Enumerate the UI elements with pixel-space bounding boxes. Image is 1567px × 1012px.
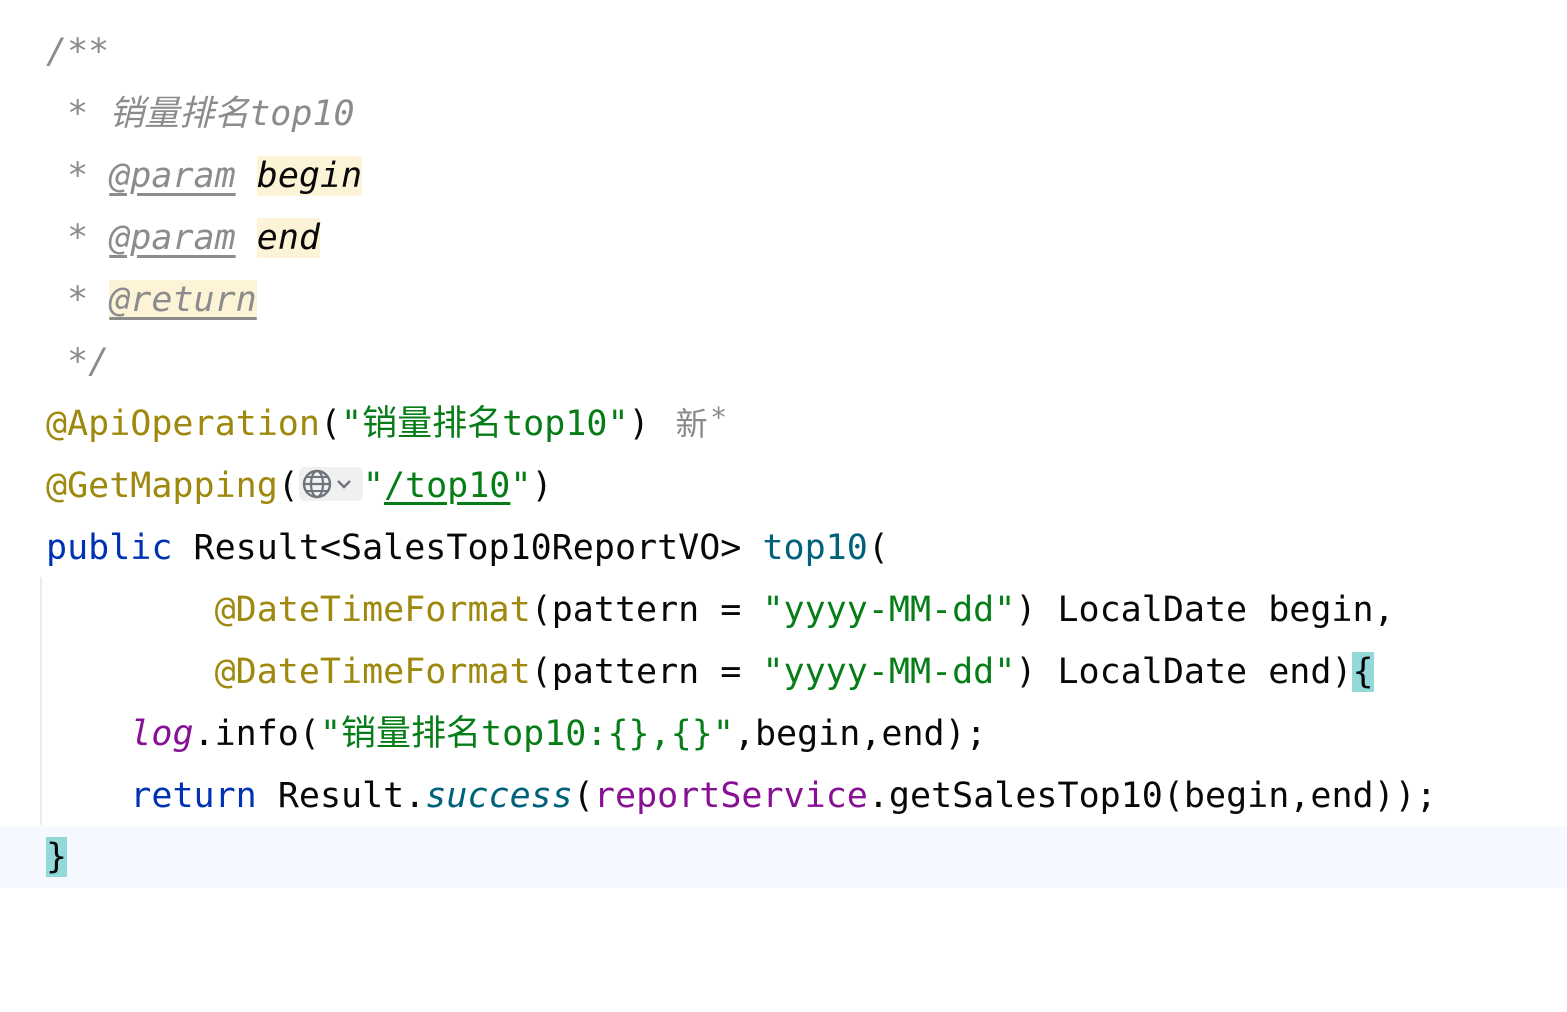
report-service-field[interactable]: reportService — [594, 776, 868, 816]
javadoc-star: * — [67, 280, 89, 320]
javadoc-param-tag[interactable]: @param — [109, 218, 235, 258]
return-type[interactable]: Result<SalesTop10ReportVO> — [194, 528, 742, 568]
code-line-2[interactable]: * 销量排名top10 — [0, 83, 1567, 145]
open-brace-match[interactable]: { — [1352, 652, 1374, 692]
author-inlay-hint[interactable]: 新 * — [676, 401, 726, 443]
code-line-6[interactable]: */ — [0, 331, 1567, 393]
code-line-7[interactable]: @ApiOperation("销量排名top10") 新 * — [0, 393, 1567, 455]
api-operation-value[interactable]: "销量排名top10" — [341, 404, 629, 444]
api-operation-annotation[interactable]: @ApiOperation — [46, 404, 320, 444]
date-time-format-annotation[interactable]: @DateTimeFormat — [215, 652, 531, 692]
code-line-8[interactable]: @GetMapping("/top10") — [0, 455, 1567, 517]
javadoc-star: * — [67, 156, 89, 196]
javadoc-return-tag[interactable]: @return — [109, 280, 257, 320]
code-line-12[interactable]: log.info("销量排名top10:{},{}",begin,end); — [0, 703, 1567, 765]
service-call[interactable]: .getSalesTop10(begin,end)); — [868, 776, 1437, 816]
date-time-format-annotation[interactable]: @DateTimeFormat — [215, 590, 531, 630]
return-keyword: return — [130, 776, 257, 816]
code-line-9[interactable]: public Result<SalesTop10ReportVO> top10( — [0, 517, 1567, 579]
javadoc-star: * — [67, 218, 89, 258]
code-line-5[interactable]: * @return — [0, 269, 1567, 331]
log-message[interactable]: "销量排名top10:{},{}" — [320, 714, 734, 754]
get-mapping-annotation[interactable]: @GetMapping — [46, 466, 278, 506]
code-line-1[interactable]: /** — [0, 21, 1567, 83]
pattern-value[interactable]: "yyyy-MM-dd" — [762, 590, 1015, 630]
javadoc-param-end[interactable]: end — [256, 218, 320, 258]
log-field[interactable]: log — [130, 714, 193, 754]
javadoc-close: */ — [67, 342, 110, 382]
result-class[interactable]: Result. — [278, 776, 426, 816]
code-line-10[interactable]: @DateTimeFormat(pattern = "yyyy-MM-dd") … — [0, 579, 1567, 641]
success-method[interactable]: success — [425, 776, 573, 816]
chevron-down-icon — [337, 480, 351, 489]
param-begin-decl: ) LocalDate begin, — [1015, 590, 1395, 630]
close-brace-match[interactable]: } — [46, 837, 68, 877]
code-line-11[interactable]: @DateTimeFormat(pattern = "yyyy-MM-dd") … — [0, 641, 1567, 703]
globe-icon — [302, 469, 351, 499]
code-line-14[interactable]: } — [0, 826, 1567, 888]
param-end-decl: ) LocalDate end) — [1015, 652, 1353, 692]
code-line-3[interactable]: * @param begin — [0, 145, 1567, 207]
javadoc-open: /** — [46, 32, 110, 72]
code-line-4[interactable]: * @param end — [0, 207, 1567, 269]
get-mapping-path-link[interactable]: /top10 — [384, 466, 510, 506]
javadoc-param-begin[interactable]: begin — [256, 156, 363, 196]
code-editor[interactable]: /** * 销量排名top10 * @param begin * @param … — [0, 0, 1567, 896]
endpoint-globe-button[interactable] — [298, 467, 363, 501]
public-keyword: public — [46, 528, 173, 568]
javadoc-description: 销量排名top10 — [109, 94, 355, 134]
method-name[interactable]: top10 — [762, 528, 867, 568]
pattern-value[interactable]: "yyyy-MM-dd" — [762, 652, 1015, 692]
javadoc-star: * — [67, 94, 89, 134]
javadoc-param-tag[interactable]: @param — [109, 156, 235, 196]
code-line-13[interactable]: return Result.success(reportService.getS… — [0, 765, 1567, 827]
